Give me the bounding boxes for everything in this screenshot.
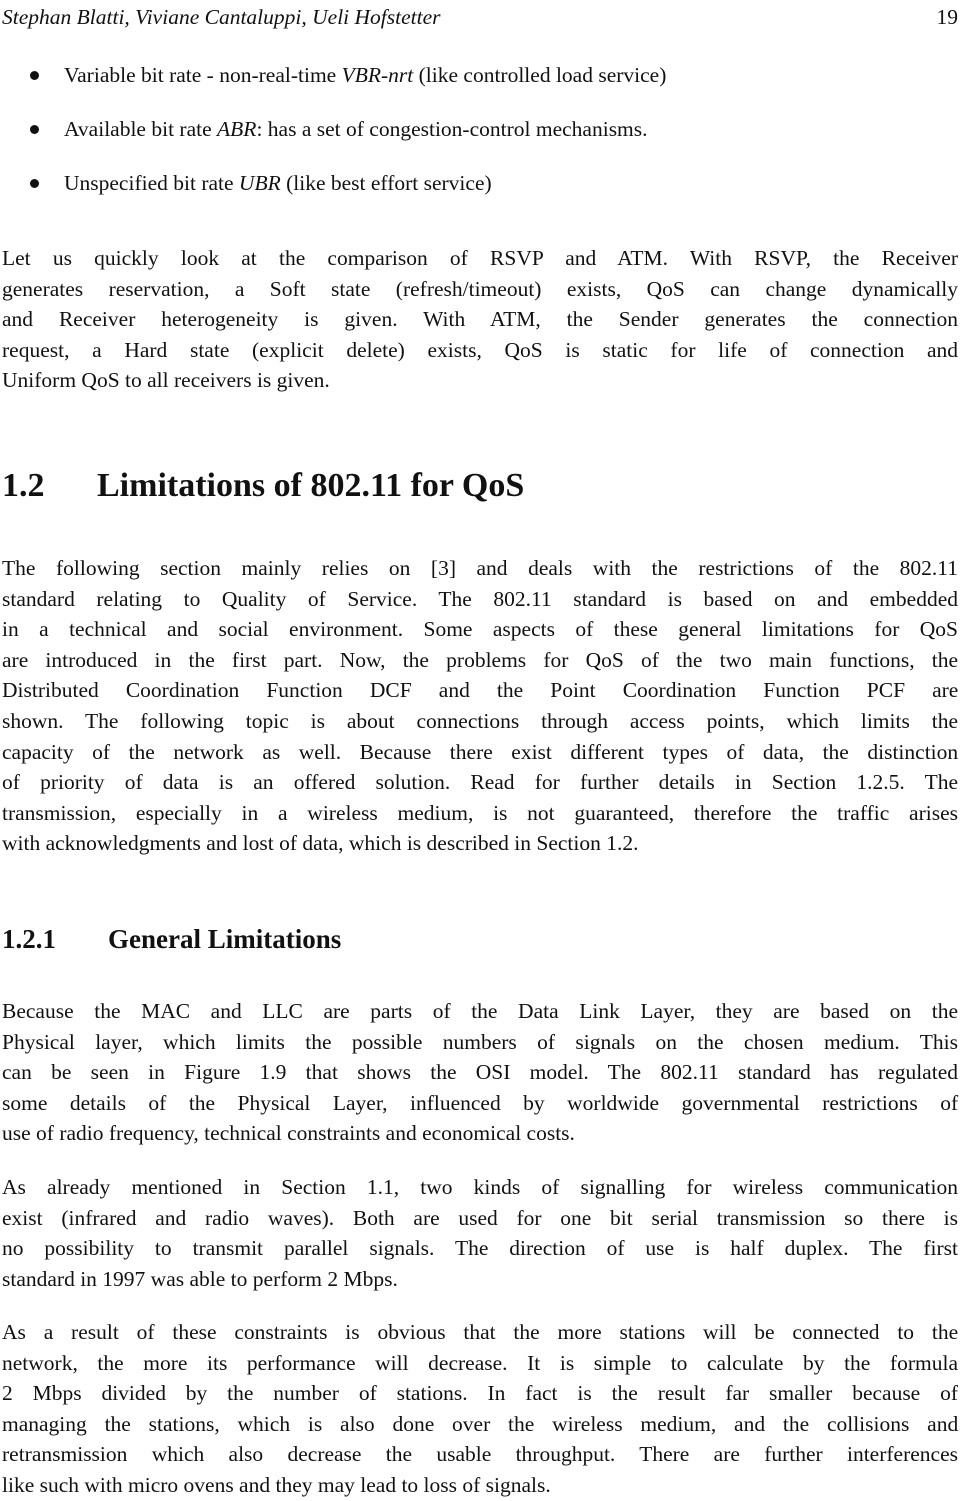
text-line: The following section mainly relies on [… bbox=[2, 556, 958, 580]
paragraph-section-intro: The following section mainly relies on [… bbox=[2, 553, 958, 859]
text-line: Let us quickly look at the comparison of… bbox=[2, 246, 958, 270]
bullet-icon bbox=[30, 179, 39, 188]
text-line: some details of the Physical Layer, infl… bbox=[2, 1090, 959, 1115]
list-item-text: Unspecified bit rate bbox=[64, 171, 239, 195]
text-line: Physical layer, which limits the possibl… bbox=[2, 1029, 958, 1054]
page-number: 19 bbox=[936, 5, 959, 29]
text-line: in a technical and social environment. S… bbox=[2, 617, 958, 642]
text-line: like such with micro ovens and they may … bbox=[2, 1472, 551, 1497]
paragraph-signalling: As already mentioned in Section 1.1, two… bbox=[2, 1172, 958, 1294]
bullet-icon bbox=[30, 125, 39, 134]
text-line: transmission, especially in a wireless m… bbox=[2, 800, 958, 825]
text-line: managing the stations, which is also don… bbox=[2, 1411, 959, 1436]
section-number: 1.2 bbox=[2, 467, 45, 504]
list-item: Unspecified bit rate UBR (like best effo… bbox=[2, 166, 958, 220]
text-line: and Receiver heterogeneity is given. Wit… bbox=[2, 307, 958, 332]
text-line: can be seen in Figure 1.9 that shows the… bbox=[2, 1060, 958, 1085]
list-item-text: (like controlled load service) bbox=[413, 63, 667, 87]
text-line: exist (infrared and radio waves). Both a… bbox=[2, 1205, 958, 1230]
running-head: Stephan Blatti, Viviane Cantaluppi, Ueli… bbox=[2, 2, 958, 32]
paragraph-performance: As a result of these constraints is obvi… bbox=[2, 1317, 958, 1501]
text-line: no possibility to transmit parallel sign… bbox=[2, 1236, 958, 1261]
list-item-text: Variable bit rate - non-real-time bbox=[64, 63, 342, 87]
text-line: Uniform QoS to all receivers is given. bbox=[2, 368, 330, 393]
text-line: Because the MAC and LLC are parts of the… bbox=[2, 999, 958, 1023]
text-line: As a result of these constraints is obvi… bbox=[2, 1320, 959, 1344]
text-line: As already mentioned in Section 1.1, two… bbox=[2, 1175, 958, 1199]
text-line: capacity of the network as well. Because… bbox=[2, 739, 959, 764]
text-line: standard in 1997 was able to perform 2 M… bbox=[2, 1266, 398, 1291]
paragraph-physical-layer: Because the MAC and LLC are parts of the… bbox=[2, 996, 958, 1149]
text-line: are introduced in the first part. Now, t… bbox=[2, 647, 959, 672]
list-item-text: : has a set of congestion-control mechan… bbox=[256, 117, 648, 141]
text-line: with acknowledgments and lost of data, w… bbox=[2, 831, 639, 856]
text-line: Distributed Coordination Function DCF an… bbox=[2, 678, 959, 703]
text-line: use of radio frequency, technical constr… bbox=[2, 1121, 575, 1146]
text-line: request, a Hard state (explicit delete) … bbox=[2, 337, 959, 362]
text-line: of priority of data is an offered soluti… bbox=[2, 770, 958, 795]
list-item-term: ABR bbox=[217, 117, 257, 141]
bullet-icon bbox=[30, 71, 39, 80]
section-heading: 1.2 Limitations of 802.11 for QoS bbox=[2, 462, 524, 510]
atm-service-classes-list: Variable bit rate - non-real-time VBR-nr… bbox=[2, 58, 958, 220]
list-item-term: VBR-nrt bbox=[341, 63, 414, 87]
list-item: Available bit rate ABR: has a set of con… bbox=[2, 112, 958, 166]
list-item-text: (like best effort service) bbox=[280, 171, 492, 195]
subsection-number: 1.2.1 bbox=[2, 924, 56, 954]
list-item: Variable bit rate - non-real-time VBR-nr… bbox=[2, 58, 958, 112]
text-line: network, the more its performance will d… bbox=[2, 1350, 958, 1375]
subsection-heading: 1.2.1 General Limitations bbox=[2, 918, 341, 960]
text-line: 2 Mbps divided by the number of stations… bbox=[2, 1381, 958, 1406]
text-line: shown. The following topic is about conn… bbox=[2, 708, 958, 733]
text-line: standard relating to Quality of Service.… bbox=[2, 586, 958, 611]
section-title: Limitations of 802.11 for QoS bbox=[97, 467, 525, 504]
subsection-title: General Limitations bbox=[108, 924, 342, 954]
authors: Stephan Blatti, Viviane Cantaluppi, Ueli… bbox=[2, 5, 441, 29]
list-item-text: Available bit rate bbox=[64, 117, 218, 141]
list-item-term: UBR bbox=[238, 171, 281, 195]
text-line: retransmission which also decrease the u… bbox=[2, 1442, 958, 1467]
text-line: generates reservation, a Soft state (ref… bbox=[2, 276, 958, 301]
paragraph-rsvp-atm-comparison: Let us quickly look at the comparison of… bbox=[2, 243, 958, 396]
